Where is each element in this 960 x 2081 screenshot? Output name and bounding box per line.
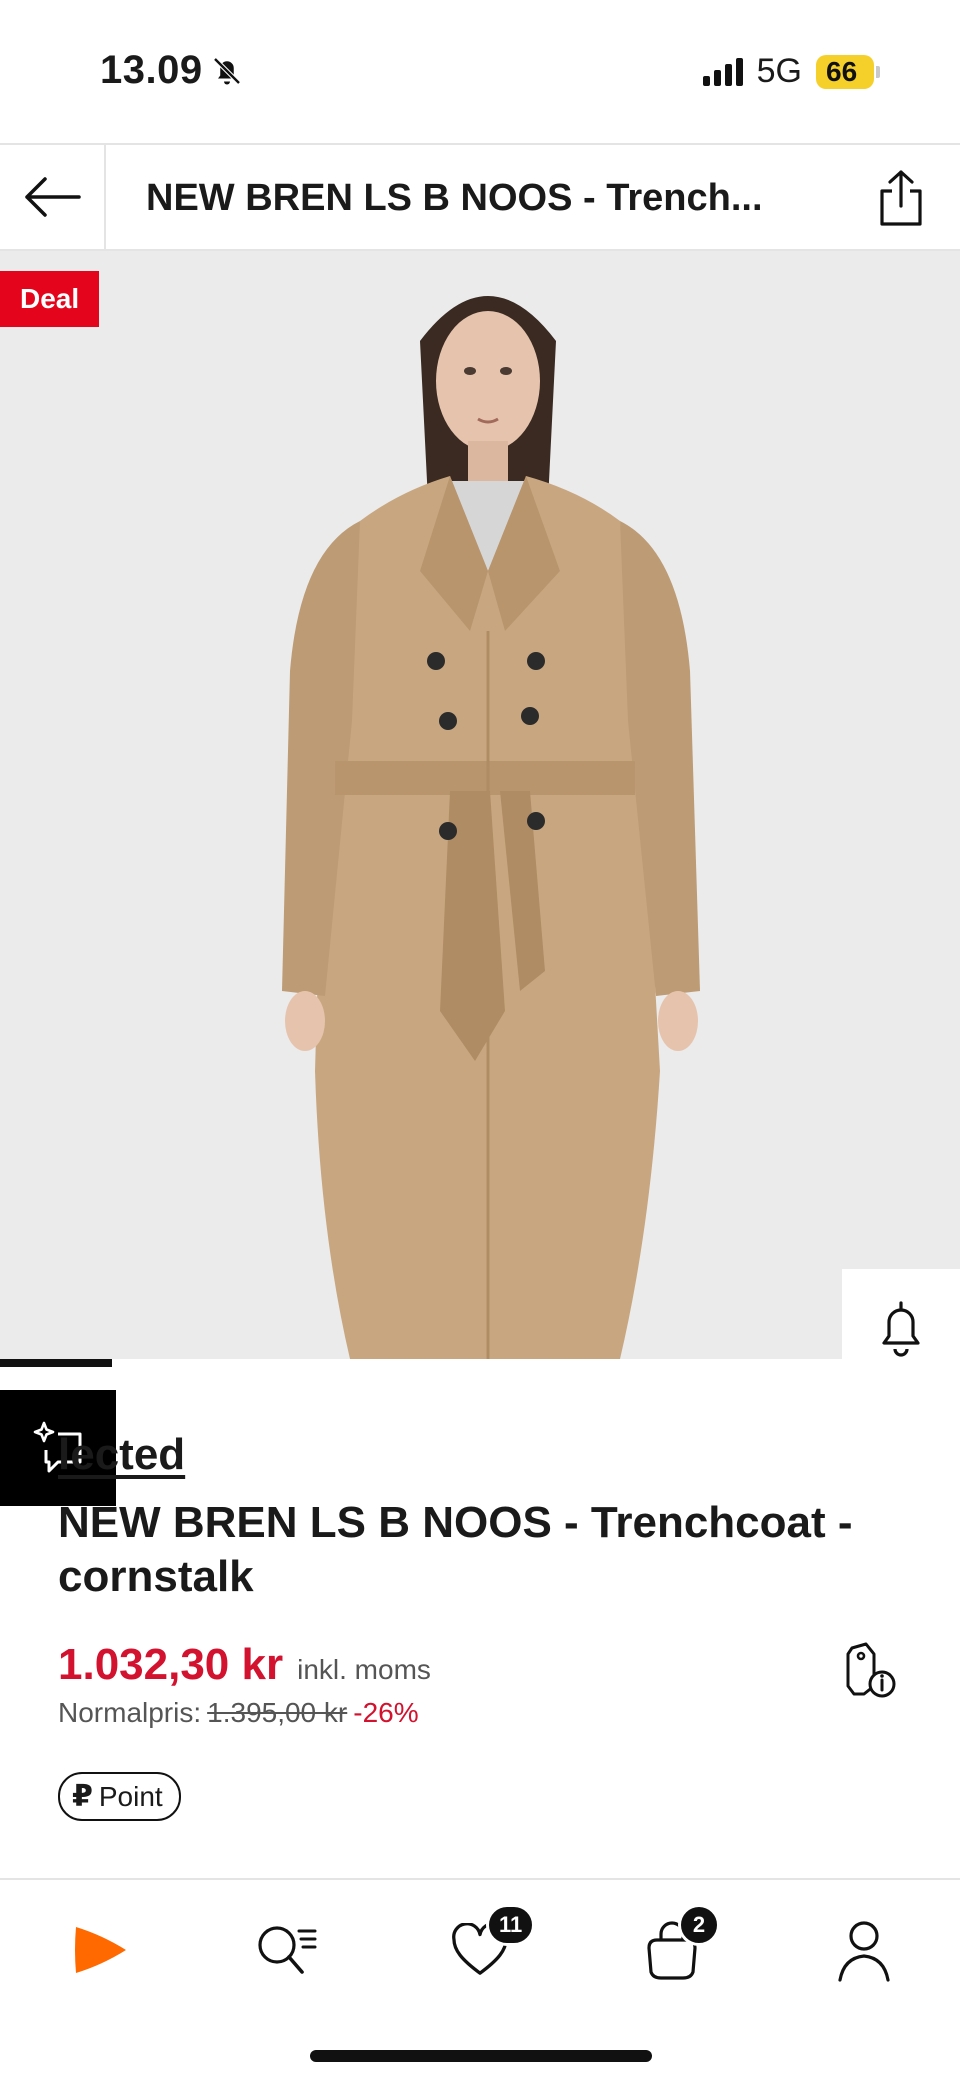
tab-home[interactable] bbox=[60, 1910, 140, 1990]
back-button[interactable] bbox=[0, 145, 106, 249]
zalando-logo-icon bbox=[75, 1927, 126, 1973]
normal-price-row: Normalpris: 1.395,00 kr -26% bbox=[58, 1697, 419, 1729]
arrow-left-icon bbox=[25, 177, 81, 217]
status-indicators: 5G 66 bbox=[702, 52, 880, 91]
search-icon bbox=[258, 1926, 317, 1974]
product-name: NEW BREN LS B NOOS - Trenchcoat - cornst… bbox=[58, 1498, 853, 1601]
tab-profile[interactable] bbox=[824, 1910, 904, 1990]
battery-level: 66 bbox=[816, 54, 874, 89]
notify-button[interactable] bbox=[842, 1269, 960, 1359]
share-icon bbox=[880, 170, 922, 226]
product-image[interactable]: Deal bbox=[0, 251, 960, 1359]
home-indicator bbox=[310, 2050, 652, 2062]
carousel-active-segment bbox=[0, 1359, 112, 1367]
image-carousel-indicator bbox=[0, 1359, 960, 1369]
tab-wishlist[interactable]: 11 bbox=[440, 1904, 536, 1990]
wishlist-count-badge: 11 bbox=[486, 1904, 536, 1946]
page-title: NEW BREN LS B NOOS - Trench... bbox=[146, 177, 763, 219]
status-bar: 13.09 5G 66 bbox=[0, 0, 960, 145]
original-price: 1.395,00 kr bbox=[207, 1697, 348, 1728]
product-photo bbox=[0, 251, 960, 1359]
bag-count-badge: 2 bbox=[678, 1904, 720, 1946]
signal-icon bbox=[702, 57, 743, 86]
status-time: 13.09 bbox=[100, 48, 245, 93]
user-icon bbox=[838, 1921, 890, 1982]
silent-bell-icon bbox=[213, 56, 241, 85]
price-row: 1.032,30 kr inkl. moms bbox=[58, 1640, 431, 1690]
deal-badge: Deal bbox=[0, 271, 100, 327]
vat-note: inkl. moms bbox=[297, 1654, 431, 1685]
bottom-navigation: 11 2 bbox=[0, 1878, 960, 2081]
clock: 13.09 bbox=[100, 48, 203, 92]
share-button[interactable] bbox=[866, 163, 936, 233]
normal-price-label: Normalpris: bbox=[58, 1697, 202, 1728]
battery-icon: 66 bbox=[816, 54, 880, 89]
points-label: Point bbox=[98, 1780, 163, 1812]
tab-search[interactable] bbox=[246, 1910, 326, 1990]
network-type: 5G bbox=[756, 52, 802, 90]
side-action-bar bbox=[842, 1269, 960, 1359]
brand-link[interactable]: lected bbox=[58, 1430, 185, 1480]
top-navigation: NEW BREN LS B NOOS - Trench... bbox=[0, 145, 960, 251]
points-icon: ₽ bbox=[72, 1780, 93, 1813]
tab-bag[interactable]: 2 bbox=[632, 1904, 720, 1990]
price-info-button[interactable] bbox=[842, 1640, 902, 1700]
points-badge[interactable]: ₽ Point bbox=[58, 1772, 181, 1821]
current-price: 1.032,30 kr bbox=[58, 1640, 284, 1689]
discount-percent: -26% bbox=[353, 1697, 419, 1728]
price-tag-info-icon bbox=[846, 1642, 896, 1698]
bell-icon bbox=[882, 1301, 920, 1357]
